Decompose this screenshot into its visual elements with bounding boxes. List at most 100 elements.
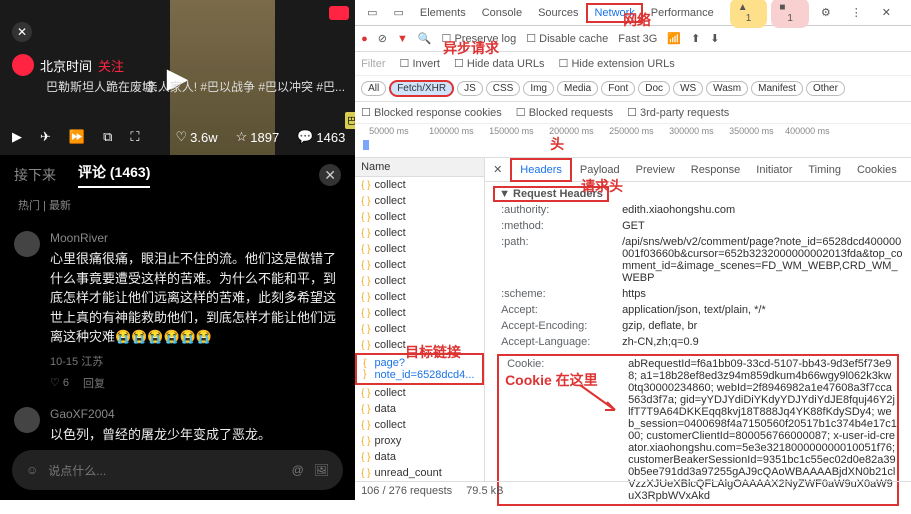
close-icon[interactable]: ✕ <box>12 22 32 42</box>
tab-next[interactable]: 接下来 <box>14 165 56 185</box>
request-row[interactable]: { }collect <box>355 241 484 257</box>
tab-sources[interactable]: Sources <box>530 3 586 23</box>
search-icon[interactable]: 🔍 <box>418 32 432 45</box>
throttle-select[interactable]: Fast 3G <box>618 33 657 45</box>
emoji-icon[interactable]: ☺ <box>26 463 38 477</box>
invert-checkbox[interactable]: ☐ Invert <box>400 57 440 70</box>
fav-stat[interactable]: ☆ 1897 <box>236 129 280 145</box>
like-icon[interactable]: ♡ 6 <box>50 376 69 389</box>
chip-ws[interactable]: WS <box>673 81 703 96</box>
inspect-icon[interactable]: ▭ <box>359 2 385 23</box>
comment-input[interactable]: ☺ 说点什么... @ 🖼 <box>12 450 343 490</box>
avatar[interactable] <box>12 54 34 76</box>
image-icon[interactable]: 🖼 <box>314 463 329 477</box>
close-tabs-icon[interactable]: ✕ <box>319 164 341 186</box>
close-detail-icon[interactable]: ✕ <box>485 159 510 180</box>
device-icon[interactable]: ▭ <box>385 2 411 23</box>
filter-input[interactable]: Filter <box>361 58 385 70</box>
dtab-initiator[interactable]: Initiator <box>748 160 800 180</box>
chip-css[interactable]: CSS <box>486 81 521 96</box>
chip-doc[interactable]: Doc <box>638 81 670 96</box>
fullscreen-icon[interactable]: ⛶ <box>130 129 139 145</box>
avatar[interactable] <box>14 407 40 433</box>
blocked-requests-checkbox[interactable]: ☐ Blocked requests <box>516 106 613 119</box>
at-icon[interactable]: @ <box>292 463 304 477</box>
video-player[interactable]: 巴勒斯坦人跪在废墟中徒手挖尸体 ▶ ✕ 北京时间 关注 巴勒斯坦人跪在废墟中徒手… <box>0 0 355 155</box>
reply-button[interactable]: 回复 <box>83 375 105 391</box>
chip-img[interactable]: Img <box>523 81 554 96</box>
request-row[interactable]: { }page?note_id=6528dcd4... <box>355 353 484 385</box>
chip-wasm[interactable]: Wasm <box>706 81 748 96</box>
request-row[interactable]: { }unread_count <box>355 465 484 481</box>
blocked-cookies-checkbox[interactable]: ☐ Blocked response cookies <box>361 106 502 119</box>
more-icon[interactable]: ⋮ <box>843 2 870 23</box>
dtab-preview[interactable]: Preview <box>628 160 683 180</box>
pip-icon[interactable]: ⧉ <box>103 129 112 145</box>
comment-stat[interactable]: 💬 1463 <box>297 129 345 145</box>
avatar[interactable] <box>14 231 40 257</box>
request-row[interactable]: { }collect <box>355 209 484 225</box>
request-row[interactable]: { }collect <box>355 337 484 353</box>
chip-other[interactable]: Other <box>806 81 845 96</box>
timeline[interactable]: 50000 ms 100000 ms 150000 ms 200000 ms 2… <box>355 124 911 158</box>
wifi-icon[interactable]: 📶 <box>667 32 681 45</box>
dtab-timing[interactable]: Timing <box>800 160 849 180</box>
tab-performance[interactable]: Performance <box>643 3 722 23</box>
chip-manifest[interactable]: Manifest <box>751 81 803 96</box>
play-small-icon[interactable]: ▶ <box>12 129 22 145</box>
dtab-payload[interactable]: Payload <box>572 160 628 180</box>
like-stat[interactable]: ♡ 3.6w <box>176 129 218 145</box>
record-icon[interactable]: ● <box>361 33 368 45</box>
request-row[interactable]: { }collect <box>355 305 484 321</box>
chip-media[interactable]: Media <box>557 81 598 96</box>
header-value: /api/sns/web/v2/comment/page?note_id=652… <box>622 236 903 284</box>
request-row[interactable]: { }collect <box>355 417 484 433</box>
request-row[interactable]: { }collect <box>355 321 484 337</box>
comment-author[interactable]: GaoXF2004 <box>50 407 341 421</box>
disable-cache-checkbox[interactable]: ☐ Disable cache <box>526 32 608 45</box>
request-row[interactable]: { }data <box>355 401 484 417</box>
tab-elements[interactable]: Elements <box>412 3 474 23</box>
error-badge[interactable]: ■ 1 <box>771 0 809 28</box>
clear-icon[interactable]: ⊘ <box>378 32 387 45</box>
third-party-checkbox[interactable]: ☐ 3rd-party requests <box>627 106 729 119</box>
upload-icon[interactable]: ⬆ <box>691 32 700 45</box>
dtab-response[interactable]: Response <box>683 160 749 180</box>
comment-sort[interactable]: 热门 | 最新 <box>0 195 355 215</box>
request-name: page?note_id=6528dcd4... <box>374 357 476 381</box>
comment-author[interactable]: MoonRiver <box>50 231 341 245</box>
tab-network[interactable]: Network <box>586 3 642 23</box>
request-row[interactable]: { }data <box>355 449 484 465</box>
hide-data-checkbox[interactable]: ☐ Hide data URLs <box>454 57 545 70</box>
preserve-log-checkbox[interactable]: ☐ Preserve log <box>442 32 517 45</box>
chip-fetchxhr[interactable]: Fetch/XHR <box>389 80 454 97</box>
send-icon[interactable]: ✈ <box>40 129 51 145</box>
filter-icon[interactable]: ▼ <box>397 33 408 45</box>
follow-button[interactable]: 关注 <box>98 56 124 75</box>
dtab-cookies[interactable]: Cookies <box>849 160 905 180</box>
request-row[interactable]: { }collect <box>355 385 484 401</box>
request-row[interactable]: { }collect <box>355 225 484 241</box>
list-header[interactable]: Name <box>355 158 484 177</box>
chip-font[interactable]: Font <box>601 81 635 96</box>
request-headers-section[interactable]: ▼ Request Headers <box>493 186 609 202</box>
request-row[interactable]: { }proxy <box>355 433 484 449</box>
warning-badge[interactable]: ▲ 1 <box>730 0 768 28</box>
hide-ext-checkbox[interactable]: ☐ Hide extension URLs <box>559 57 675 70</box>
request-row[interactable]: { }collect <box>355 257 484 273</box>
chip-js[interactable]: JS <box>457 81 483 96</box>
request-name: collect <box>375 195 406 207</box>
dtab-headers[interactable]: Headers <box>510 158 572 182</box>
tab-comments[interactable]: 评论 (1463) <box>78 162 150 188</box>
request-row[interactable]: { }collect <box>355 289 484 305</box>
request-row[interactable]: { }collect <box>355 273 484 289</box>
channel-name[interactable]: 北京时间 <box>40 56 92 75</box>
gear-icon[interactable]: ⚙ <box>813 2 839 23</box>
chip-all[interactable]: All <box>361 81 386 96</box>
request-row[interactable]: { }collect <box>355 193 484 209</box>
download-icon[interactable]: ⬇ <box>710 32 719 45</box>
tab-console[interactable]: Console <box>474 3 530 23</box>
speed-icon[interactable]: ⏩ <box>69 129 85 145</box>
request-row[interactable]: { }collect <box>355 177 484 193</box>
close-icon[interactable]: ✕ <box>874 2 899 23</box>
